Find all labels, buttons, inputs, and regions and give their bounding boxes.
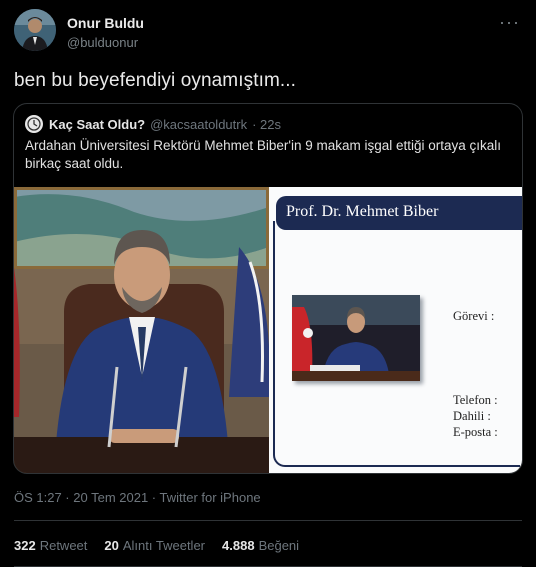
- tweet-header: Onur Buldu @bulduonur ···: [14, 9, 524, 55]
- author-handle[interactable]: @bulduonur: [67, 35, 144, 50]
- quote-label: Alıntı Tweetler: [122, 538, 206, 553]
- like-stat[interactable]: 4.888 Beğeni: [222, 538, 299, 553]
- card-field-gorevi: Görevi :: [453, 309, 495, 323]
- tweet-text: ben bu beyefendiyi oynamıştım...: [14, 70, 297, 91]
- quote-text: Ardahan Üniversitesi Rektörü Mehmet Bibe…: [25, 138, 502, 171]
- quoted-tweet[interactable]: Kaç Saat Oldu? @kacsaatoldutrk · 22s Ard…: [13, 103, 523, 474]
- card-field-telefon: Telefon :: [453, 393, 498, 407]
- quote-header: Kaç Saat Oldu? @kacsaatoldutrk · 22s: [25, 115, 281, 133]
- retweet-count: 322: [14, 538, 36, 553]
- quote-stat[interactable]: 20 Alıntı Tweetler: [104, 538, 205, 553]
- tweet-stats: 322 Retweet 20 Alıntı Tweetler 4.888 Beğeni: [14, 538, 316, 553]
- quote-count: 20: [104, 538, 119, 553]
- like-label: Beğeni: [258, 538, 300, 553]
- card-field-eposta: E-posta :: [453, 425, 498, 439]
- divider: [14, 520, 522, 521]
- card-title-bar: Prof. Dr. Mehmet Biber: [276, 196, 522, 230]
- tweet-timestamp[interactable]: ÖS 1:27 · 20 Tem 2021 · Twitter for iPho…: [14, 490, 261, 505]
- author-name[interactable]: Onur Buldu: [67, 15, 144, 31]
- author-avatar[interactable]: [14, 9, 56, 51]
- tweet: Onur Buldu @bulduonur ··· ben bu beyefen…: [0, 0, 536, 567]
- card-title: Prof. Dr. Mehmet Biber: [286, 203, 439, 220]
- author-block: Onur Buldu @bulduonur: [67, 15, 144, 50]
- rector-photo[interactable]: [14, 187, 269, 473]
- quote-author-handle: @kacsaatoldutrk: [150, 116, 248, 132]
- card-field-dahili: Dahili :: [453, 409, 491, 423]
- avatar-photo: [14, 9, 56, 51]
- card-portrait-image: [292, 295, 420, 381]
- retweet-stat[interactable]: 322 Retweet: [14, 538, 87, 553]
- profile-card[interactable]: Prof. Dr. Mehmet Biber Görevi : Telefon …: [269, 187, 522, 473]
- quote-author-name: Kaç Saat Oldu?: [49, 116, 146, 132]
- retweet-label: Retweet: [39, 538, 88, 553]
- more-icon[interactable]: ···: [499, 13, 520, 31]
- clock-icon: [25, 115, 43, 133]
- like-count: 4.888: [222, 538, 255, 553]
- quote-time: · 22s: [252, 116, 282, 132]
- rector-portrait-image: [14, 187, 269, 473]
